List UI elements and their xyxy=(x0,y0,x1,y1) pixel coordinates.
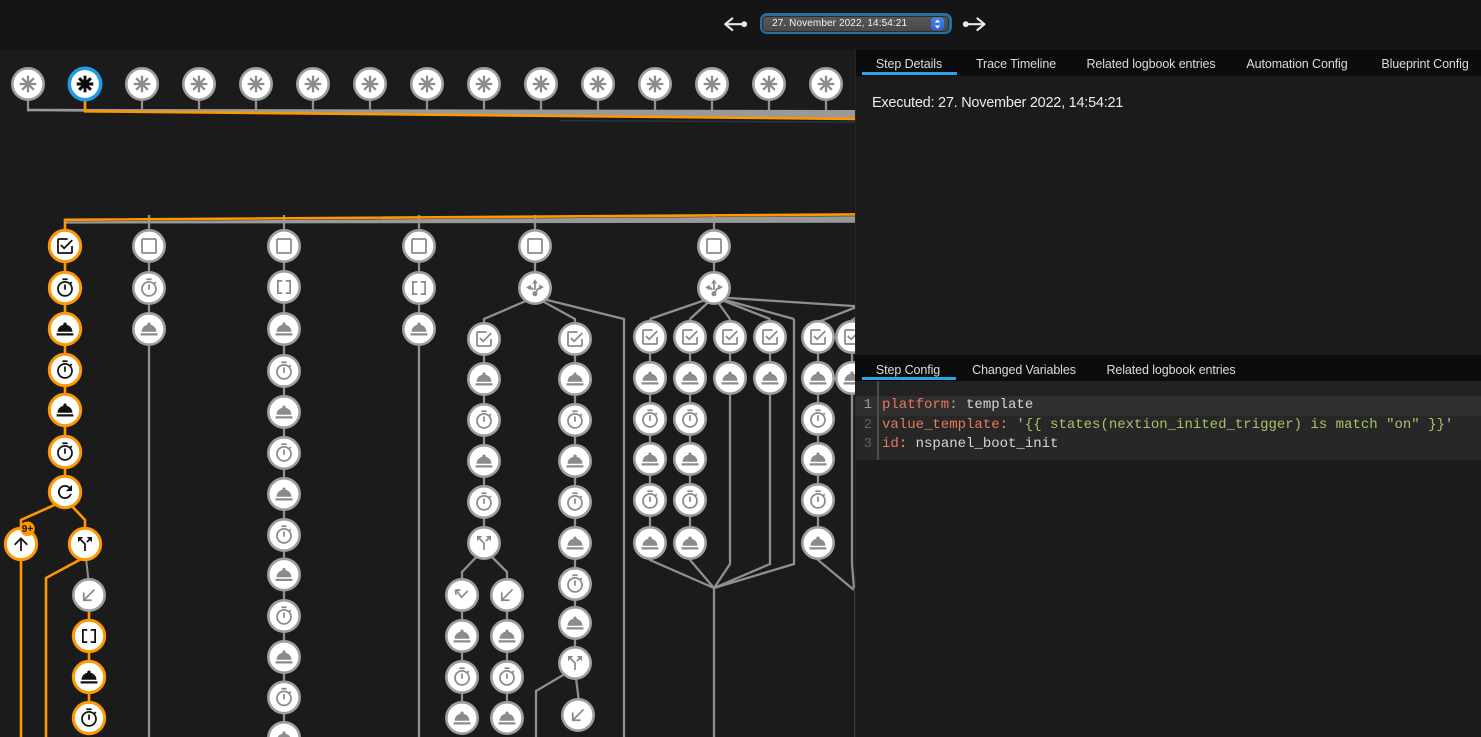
svg-text:9+: 9+ xyxy=(22,524,34,535)
